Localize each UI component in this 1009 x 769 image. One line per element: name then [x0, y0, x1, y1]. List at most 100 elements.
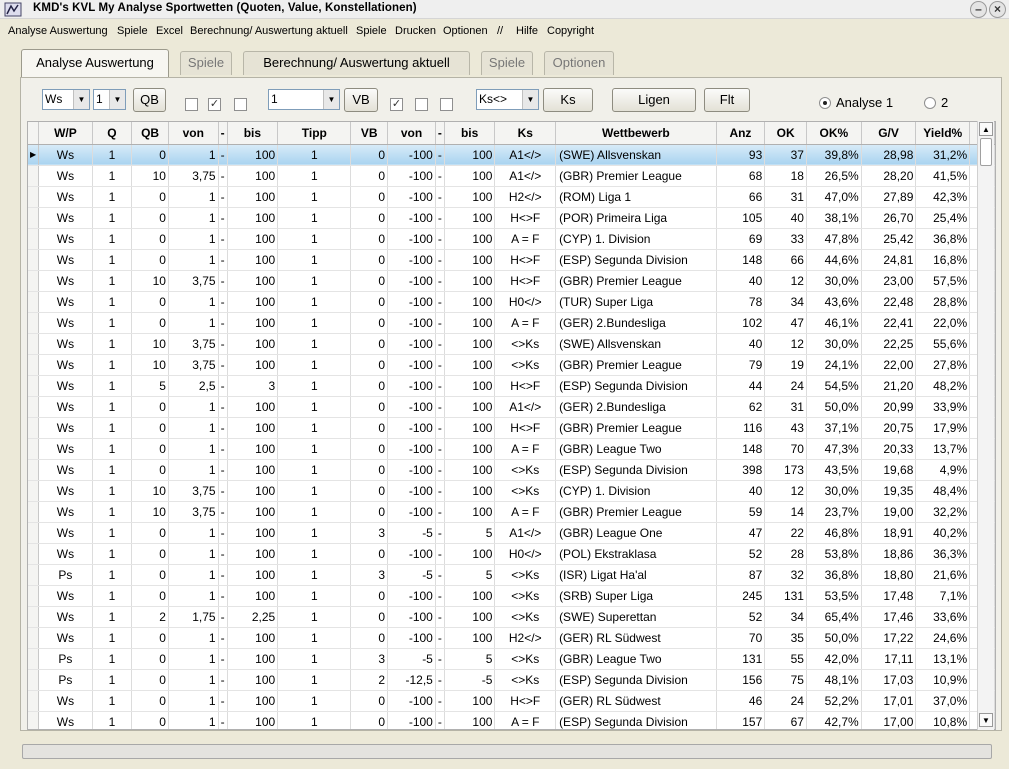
radio-analyse-2[interactable] [924, 97, 936, 109]
column-header[interactable]: bis [227, 122, 279, 145]
table-row[interactable]: Ws 1 0 1-100 1 0 -100-100 H<>F (GBR) Premier Lea… [28, 417, 995, 439]
row-indicator[interactable] [28, 648, 40, 670]
menu-analyse-auswertung[interactable]: Analyse Auswertung [8, 25, 108, 37]
table-row[interactable]: Ws 1 10 3,75-100 1 0 -100-100 H<>F (GBR) Premier… [28, 270, 995, 292]
menu-spiele[interactable]: Spiele [117, 25, 148, 37]
table-row[interactable]: Ps 1 0 1-100 1 3 -5-5 <>Ks (ISR) Ligat Ha'al 87 32… [28, 564, 995, 586]
filter-checkbox-2[interactable]: ✓ [208, 98, 221, 111]
qb-button[interactable]: QB [133, 88, 166, 112]
radio-analyse-1[interactable] [819, 97, 831, 109]
row-indicator[interactable] [28, 438, 40, 460]
table-row[interactable]: Ws 1 10 3,75-100 1 0 -100-100 A = F (GBR) Premie… [28, 501, 995, 523]
column-header[interactable]: - [435, 122, 445, 145]
ks-combo[interactable]: Ks<> ▼ [476, 89, 539, 110]
q-combo[interactable]: 1 ▼ [93, 89, 126, 110]
table-row[interactable]: Ws 1 5 2,5-3 1 0 -100-100 H<>F (ESP) Segunda Div… [28, 375, 995, 397]
menu-hilfe[interactable]: Hilfe [516, 25, 538, 37]
table-row[interactable]: Ws 1 0 1-100 1 3 -5-5 A1</> (GBR) League One 47 22… [28, 522, 995, 544]
tipp-combo[interactable]: 1 ▼ [268, 89, 340, 110]
wp-combo[interactable]: Ws ▼ [42, 89, 90, 110]
table-row[interactable]: Ws 1 0 1-100 1 0 -100-100 A = F (ESP) Segunda Di… [28, 711, 995, 729]
row-indicator[interactable] [28, 249, 40, 271]
column-header[interactable]: Tipp [277, 122, 352, 145]
column-header[interactable]: Wettbewerb [555, 122, 717, 145]
row-indicator[interactable] [28, 165, 40, 187]
column-header[interactable]: VB [350, 122, 389, 145]
column-header[interactable]: Anz [716, 122, 766, 145]
row-indicator[interactable] [28, 522, 40, 544]
row-indicator[interactable] [28, 606, 40, 628]
table-row[interactable]: Ws 1 0 1-100 1 0 -100-100 H0</> (POL) Ekstraklas… [28, 543, 995, 565]
row-indicator[interactable] [28, 711, 40, 729]
menu-copyright[interactable]: Copyright [547, 25, 594, 37]
row-indicator[interactable] [28, 270, 40, 292]
menu-berechnung[interactable]: Berechnung/ Auswertung aktuell [190, 25, 348, 37]
column-header[interactable]: Ks [494, 122, 557, 145]
column-header[interactable]: bis [444, 122, 496, 145]
table-row[interactable]: Ws 1 0 1-100 1 0 -100-100 <>Ks (ESP) Segunda Div… [28, 459, 995, 481]
column-header[interactable]: - [218, 122, 228, 145]
row-indicator[interactable] [28, 480, 40, 502]
tab-analyse-auswertung[interactable]: Analyse Auswertung [21, 49, 169, 77]
row-pointer-icon[interactable]: ▶ [28, 144, 40, 166]
column-header[interactable]: G/V [861, 122, 917, 145]
table-row[interactable]: Ws 1 0 1-100 1 0 -100-100 A = F (CYP) 1. Divisio… [28, 228, 995, 250]
row-indicator[interactable] [28, 669, 40, 691]
menu-excel[interactable]: Excel [156, 25, 183, 37]
vb-button[interactable]: VB [344, 88, 378, 112]
ks-button[interactable]: Ks [543, 88, 593, 112]
row-indicator[interactable] [28, 543, 40, 565]
scroll-thumb[interactable] [980, 138, 992, 166]
column-header[interactable]: Yield% [915, 122, 971, 145]
row-indicator[interactable] [28, 333, 40, 355]
table-row[interactable]: Ws 1 10 3,75-100 1 0 -100-100 <>Ks (SWE) Allsven… [28, 333, 995, 355]
column-header[interactable]: von [387, 122, 436, 145]
row-indicator[interactable] [28, 375, 40, 397]
row-indicator[interactable] [28, 417, 40, 439]
menu-optionen[interactable]: Optionen [443, 25, 488, 37]
table-row[interactable]: Ws 1 0 1-100 1 0 -100-100 H<>F (ESP) Segunda Div… [28, 249, 995, 271]
column-header[interactable]: von [168, 122, 219, 145]
row-indicator[interactable] [28, 291, 40, 313]
filter-checkbox-6[interactable] [440, 98, 453, 111]
tab-spiele[interactable]: Spiele [180, 51, 232, 75]
filter-checkbox-4[interactable]: ✓ [390, 98, 403, 111]
table-row[interactable]: ▶ Ws 1 0 1-100 1 0 -100-100 A1</> (SWE) Allsvensk… [28, 144, 995, 166]
close-button[interactable]: × [989, 1, 1006, 18]
row-indicator[interactable] [28, 564, 40, 586]
table-row[interactable]: Ws 1 10 3,75-100 1 0 -100-100 <>Ks (GBR) Premier… [28, 354, 995, 376]
row-indicator[interactable] [28, 228, 40, 250]
table-row[interactable]: Ws 1 10 3,75-100 1 0 -100-100 <>Ks (CYP) 1. Divi… [28, 480, 995, 502]
menu-drucken[interactable]: Drucken [395, 25, 436, 37]
table-row[interactable]: Ws 1 0 1-100 1 0 -100-100 H2</> (GER) RL Südwest… [28, 627, 995, 649]
results-grid[interactable]: W/P Q QB von - bis Tipp VB von - bis Ks … [27, 121, 996, 730]
column-header[interactable]: Q [92, 122, 133, 145]
tab-berechnung[interactable]: Berechnung/ Auswertung aktuell [243, 51, 470, 75]
scroll-up-icon[interactable]: ▲ [979, 122, 993, 136]
table-row[interactable]: Ws 1 0 1-100 1 0 -100-100 A1</> (GER) 2.Bundesli… [28, 396, 995, 418]
row-indicator[interactable] [28, 627, 40, 649]
row-indicator[interactable] [28, 354, 40, 376]
tab-spiele-2[interactable]: Spiele [481, 51, 533, 75]
filter-checkbox-3[interactable] [234, 98, 247, 111]
row-indicator[interactable] [28, 312, 40, 334]
table-row[interactable]: Ws 1 0 1-100 1 0 -100-100 H<>F (GER) RL Südwest 4… [28, 690, 995, 712]
row-indicator[interactable] [28, 501, 40, 523]
table-row[interactable]: Ws 1 0 1-100 1 0 -100-100 <>Ks (SRB) Super Liga 2… [28, 585, 995, 607]
vertical-scrollbar[interactable]: ▲ ▼ [977, 121, 994, 730]
flt-button[interactable]: Flt [704, 88, 750, 112]
row-indicator[interactable] [28, 690, 40, 712]
row-indicator[interactable] [28, 585, 40, 607]
column-header[interactable]: W/P [38, 122, 93, 145]
minimize-button[interactable]: – [970, 1, 987, 18]
row-indicator[interactable] [28, 186, 40, 208]
table-row[interactable]: Ws 1 0 1-100 1 0 -100-100 H0</> (TUR) Super Liga… [28, 291, 995, 313]
table-row[interactable]: Ws 1 0 1-100 1 0 -100-100 H<>F (POR) Primeira Li… [28, 207, 995, 229]
column-header[interactable]: OK [764, 122, 807, 145]
table-row[interactable]: Ws 1 0 1-100 1 0 -100-100 A = F (GER) 2.Bundesli… [28, 312, 995, 334]
menu-spiele-2[interactable]: Spiele [356, 25, 387, 37]
table-row[interactable]: Ws 1 0 1-100 1 0 -100-100 A = F (GBR) League Two… [28, 438, 995, 460]
column-header[interactable]: QB [131, 122, 169, 145]
tab-optionen[interactable]: Optionen [544, 51, 614, 75]
filter-checkbox-5[interactable] [415, 98, 428, 111]
